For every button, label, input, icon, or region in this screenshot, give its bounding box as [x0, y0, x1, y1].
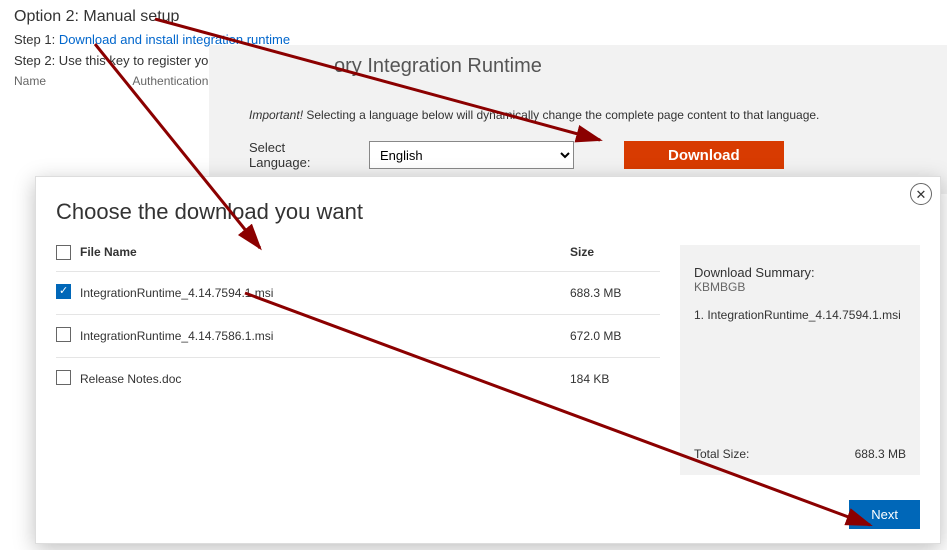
- total-value: 688.3 MB: [855, 447, 906, 461]
- file-row: IntegrationRuntime_4.14.7586.1.msi672.0 …: [56, 314, 660, 357]
- file-name: Release Notes.doc: [80, 372, 570, 386]
- select-language-label: Select Language:: [249, 140, 349, 170]
- download-page-panel: ory Integration Runtime Important! Selec…: [209, 45, 947, 194]
- page-heading: ory Integration Runtime: [334, 55, 917, 78]
- download-summary: Download Summary: KBMBGB 1. IntegrationR…: [680, 245, 920, 475]
- summary-item: 1. IntegrationRuntime_4.14.7594.1.msi: [694, 308, 906, 322]
- total-label: Total Size:: [694, 447, 749, 461]
- language-select[interactable]: English: [369, 141, 574, 169]
- important-note: Important! Selecting a language below wi…: [249, 108, 917, 122]
- select-all-checkbox[interactable]: [56, 245, 71, 260]
- download-chooser-modal: ✕ Choose the download you want File Name…: [35, 176, 941, 544]
- file-checkbox[interactable]: [56, 284, 71, 299]
- file-name-header: File Name: [80, 245, 570, 263]
- download-button[interactable]: Download: [624, 141, 784, 169]
- file-checkbox[interactable]: [56, 370, 71, 385]
- file-name: IntegrationRuntime_4.14.7594.1.msi: [80, 286, 570, 300]
- file-row: IntegrationRuntime_4.14.7594.1.msi688.3 …: [56, 271, 660, 314]
- file-size: 184 KB: [570, 372, 660, 386]
- file-name: IntegrationRuntime_4.14.7586.1.msi: [80, 329, 570, 343]
- summary-title: Download Summary:: [694, 265, 906, 280]
- modal-title: Choose the download you want: [36, 177, 940, 245]
- next-button[interactable]: Next: [849, 500, 920, 529]
- step1-prefix: Step 1:: [14, 32, 59, 47]
- option-title: Option 2: Manual setup: [14, 8, 933, 26]
- file-row: Release Notes.doc184 KB: [56, 357, 660, 400]
- file-size: 688.3 MB: [570, 286, 660, 300]
- file-list: File Name Size IntegrationRuntime_4.14.7…: [56, 245, 660, 501]
- file-size: 672.0 MB: [570, 329, 660, 343]
- col-name-label: Name: [14, 74, 129, 88]
- important-label: Important!: [249, 108, 303, 122]
- file-checkbox[interactable]: [56, 327, 71, 342]
- size-header: Size: [570, 245, 660, 263]
- summary-sub: KBMBGB: [694, 280, 906, 294]
- important-text: Selecting a language below will dynamica…: [303, 108, 819, 122]
- close-icon[interactable]: ✕: [910, 183, 932, 205]
